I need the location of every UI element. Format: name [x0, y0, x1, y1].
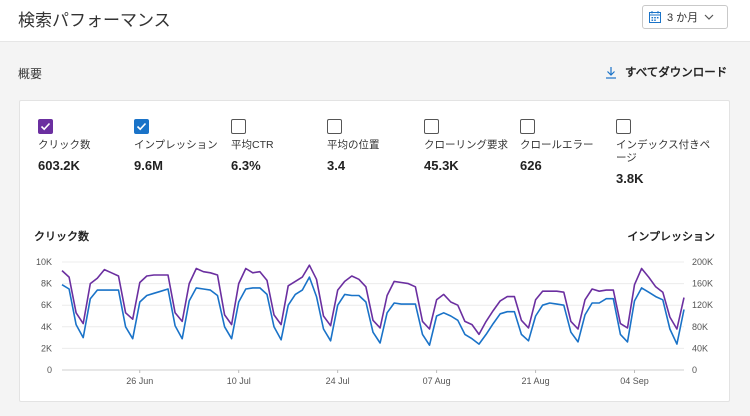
metric-checkbox[interactable] [134, 119, 149, 134]
metric-checkbox[interactable] [38, 119, 53, 134]
left-tick-label: 2K [41, 343, 52, 353]
date-range-label: 3 か月 [667, 12, 699, 24]
left-tick-label: 8K [41, 279, 52, 289]
checkmark-icon [40, 122, 51, 131]
page-title: 検索パフォーマンス [18, 11, 171, 30]
metric-label: 平均の位置 [327, 139, 380, 151]
right-tick-label: 200K [692, 257, 713, 267]
metric-label: クローリング要求 [424, 139, 508, 151]
performance-card: クリック数 603.2K インプレッション 9.6M 平均CTR 6.3% 平均の位置 3.4… [19, 100, 730, 402]
left-tick-label: 4K [41, 322, 52, 332]
metric-checkbox[interactable] [424, 119, 439, 134]
metric-label: インプレッション [134, 139, 218, 151]
metric-5[interactable]: クロールエラー 626 [520, 119, 616, 173]
metric-value: 45.3K [424, 158, 459, 173]
performance-chart: 0 2K 4K 6K 8K 10K 0 40K 80K 120K 160K 200K 26 Jun 10 … [36, 257, 713, 386]
download-all-button[interactable]: すべてダウンロード [605, 64, 727, 80]
metric-2[interactable]: 平均CTR 6.3% [231, 119, 327, 173]
left-axis-title: クリック数 [34, 231, 89, 243]
metric-value: 603.2K [38, 158, 80, 173]
metric-value: 6.3% [231, 158, 261, 173]
metric-3[interactable]: 平均の位置 3.4 [327, 119, 423, 173]
metric-1[interactable]: インプレッション 9.6M [134, 119, 230, 173]
calendar-icon [649, 11, 661, 23]
metric-4[interactable]: クローリング要求 45.3K [424, 119, 520, 173]
metric-value: 9.6M [134, 158, 163, 173]
impressions-series-line [61, 276, 685, 346]
x-tick-label: 21 Aug [522, 376, 550, 386]
chevron-down-icon [704, 14, 714, 20]
right-tick-label: 40K [692, 343, 708, 353]
metric-checkbox[interactable] [231, 119, 246, 134]
x-tick-label: 04 Sep [620, 376, 649, 386]
left-tick-label: 6K [41, 300, 52, 310]
x-tick-label: 26 Jun [126, 376, 153, 386]
metric-label: 平均CTR [231, 139, 274, 151]
metric-label: クリック数 [38, 139, 91, 151]
x-tick-label: 10 Jul [227, 376, 251, 386]
x-tick-label: 07 Aug [423, 376, 451, 386]
top-bar: 検索パフォーマンス 3 か月 [0, 0, 750, 42]
metric-checkbox[interactable] [616, 119, 631, 134]
metric-0[interactable]: クリック数 603.2K [38, 119, 134, 173]
overview-label: 概要 [18, 67, 43, 81]
left-tick-label: 10K [36, 257, 52, 267]
date-range-dropdown[interactable]: 3 か月 [642, 5, 728, 29]
right-tick-label: 160K [692, 279, 713, 289]
download-all-label: すべてダウンロード [625, 67, 728, 79]
metric-value: 3.8K [616, 171, 644, 186]
right-tick-label: 120K [692, 300, 713, 310]
download-icon [606, 66, 616, 79]
right-tick-label: 80K [692, 322, 708, 332]
metric-checkbox[interactable] [327, 119, 342, 134]
metric-value: 3.4 [327, 158, 346, 173]
metric-label: クロールエラー [520, 139, 594, 151]
clicks-series-line [61, 264, 685, 336]
metric-6[interactable]: インデックス付きページ 3.8K [616, 119, 712, 186]
right-axis-title: インプレッション [627, 231, 715, 243]
right-tick-label: 0 [692, 365, 697, 375]
x-tick-label: 24 Jul [326, 376, 350, 386]
checkmark-icon [136, 122, 147, 131]
metric-value: 626 [520, 158, 542, 173]
metric-checkbox[interactable] [520, 119, 535, 134]
metric-label: インデックス付きページ [616, 139, 711, 164]
left-tick-label: 0 [47, 365, 52, 375]
